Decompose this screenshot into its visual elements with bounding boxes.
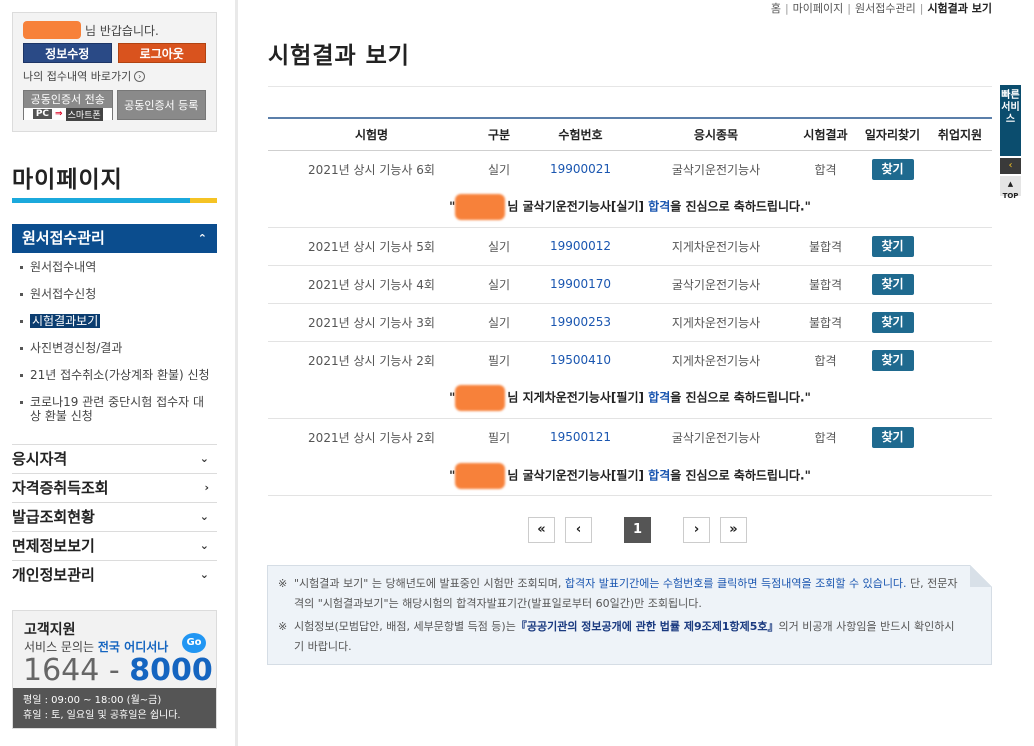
first-page-button[interactable]: « xyxy=(528,517,555,543)
table-row: 2021년 상시 기능사 4회 실기 19900170 굴삭기운전기능사 불합격… xyxy=(268,265,992,303)
table-row: 2021년 상시 기능사 2회 필기 19500121 굴삭기운전기능사 합격 … xyxy=(268,418,992,456)
breadcrumb: 홈 | 마이페이지 | 원서접수관리 | 시험결과 보기 xyxy=(770,2,992,15)
divider xyxy=(268,86,992,87)
exam-number-link[interactable]: 19500410 xyxy=(550,353,611,367)
my-applications-link[interactable]: 나의 접수내역 바로가기 › xyxy=(23,68,206,84)
find-job-button[interactable]: 찾기 xyxy=(871,158,914,180)
breadcrumb-mypage[interactable]: 마이페이지 xyxy=(793,2,844,15)
chevron-up-icon: ⌃ xyxy=(197,232,207,245)
notice-box: ※ "시험결과 보기" 는 당해년도에 발표중인 시험만 조회되며, 합격자 발… xyxy=(267,565,992,665)
exam-results-table: 시험명 구분 수험번호 응시종목 시험결과 일자리찾기 취업지원 2021년 상… xyxy=(268,117,992,495)
menu-issuance-status[interactable]: 발급조회현황 ⌄ xyxy=(12,502,217,531)
notice-item: ※ 시험정보(모범답안, 배점, 세부문항별 득점 등)는『공공기관의 정보공개… xyxy=(278,620,955,653)
user-box: 님 반갑습니다. 정보수정 로그아웃 나의 접수내역 바로가기 › 공동인증서 … xyxy=(12,12,217,132)
transfer-arrow-icon: ⇒ xyxy=(55,109,63,119)
find-job-button[interactable]: 찾기 xyxy=(871,311,914,333)
caret-up-icon: ▲ xyxy=(1007,180,1014,188)
submenu-item-covid-refund[interactable]: 코로나19 관련 중단시험 접수자 대상 환불 신청 xyxy=(20,395,215,423)
breadcrumb-applications[interactable]: 원서접수관리 xyxy=(855,2,916,15)
chevron-down-icon: ⌄ xyxy=(199,539,209,552)
table-row: 2021년 상시 기능사 6회 실기 19900021 굴삭기운전기능사 합격 … xyxy=(268,150,992,188)
chevron-down-icon: ⌄ xyxy=(199,568,209,581)
congrats-message: " 님 굴삭기운전기능사[필기] 합격을 진심으로 축하드립니다." xyxy=(268,456,992,495)
sidebar-title: 마이페이지 xyxy=(12,167,123,193)
quick-service-tab[interactable]: 빠른서비스 xyxy=(1000,85,1021,156)
divider xyxy=(268,495,992,496)
exam-number-link[interactable]: 19900253 xyxy=(550,315,611,329)
congrats-message: " 님 지게차운전기능사[필기] 합격을 진심으로 축하드립니다." xyxy=(268,379,992,418)
chevron-down-icon: ⌄ xyxy=(199,510,209,523)
find-job-button[interactable]: 찾기 xyxy=(871,426,914,448)
edit-info-button[interactable]: 정보수정 xyxy=(23,43,112,63)
redacted-name xyxy=(455,385,506,412)
main-menu: 응시자격 ⌄ 자격증취득조회 › 발급조회현황 ⌄ 면제정보보기 ⌄ 개인정보관리 ⌄ xyxy=(12,444,217,589)
last-page-button[interactable]: » xyxy=(720,517,747,543)
table-row: 2021년 상시 기능사 5회 실기 19900012 지게차운전기능사 불합격… xyxy=(268,227,992,265)
chevron-right-icon: › xyxy=(204,481,209,494)
table-row: 2021년 상시 기능사 3회 실기 19900253 지게차운전기능사 불합격… xyxy=(268,303,992,341)
page-fold-icon xyxy=(970,565,992,587)
pagination: « ‹ 1 › » xyxy=(528,517,747,543)
chevron-right-icon: › xyxy=(134,70,146,82)
submenu-item-photo-change[interactable]: 사진변경신청/결과 xyxy=(20,341,215,355)
cert-transfer-button[interactable]: 공동인증서 전송 PC ⇒ 스마트폰 xyxy=(23,90,113,121)
find-job-button[interactable]: 찾기 xyxy=(871,273,914,295)
submenu: 원서접수내역 원서접수신청 시험결과보기 사진변경신청/결과 21년 접수취소(… xyxy=(20,260,215,436)
menu-eligibility[interactable]: 응시자격 ⌄ xyxy=(12,444,217,473)
find-job-button[interactable]: 찾기 xyxy=(871,235,914,257)
menu-application-management[interactable]: 원서접수관리 ⌃ xyxy=(12,224,217,253)
breadcrumb-home[interactable]: 홈 xyxy=(771,2,781,15)
menu-personal-info[interactable]: 개인정보관리 ⌄ xyxy=(12,560,217,589)
congrats-message: " 님 굴삭기운전기능사[실기] 합격을 진심으로 축하드립니다." xyxy=(268,188,992,227)
redacted-name xyxy=(23,21,81,39)
page-title: 시험결과 보기 xyxy=(268,43,410,69)
logout-button[interactable]: 로그아웃 xyxy=(117,43,206,63)
cert-register-button[interactable]: 공동인증서 등록 xyxy=(116,90,206,120)
submenu-item-apply[interactable]: 원서접수신청 xyxy=(20,287,215,301)
submenu-item-exam-results[interactable]: 시험결과보기 xyxy=(20,314,215,328)
go-speech-icon[interactable]: Go xyxy=(182,633,206,653)
chevron-down-icon: ⌄ xyxy=(199,452,209,465)
exam-number-link[interactable]: 19500121 xyxy=(550,430,611,444)
next-page-button[interactable]: › xyxy=(683,517,710,543)
breadcrumb-current: 시험결과 보기 xyxy=(927,2,992,15)
notice-item: ※ "시험결과 보기" 는 당해년도에 발표중인 시험만 조회되며, 합격자 발… xyxy=(278,577,958,610)
chevron-left-icon[interactable]: ‹ xyxy=(1000,158,1021,174)
support-hours: 평일 : 09:00 ~ 18:00 (월~금) 휴일 : 토, 일요일 및 공… xyxy=(13,688,216,728)
submenu-item-cancel-refund[interactable]: 21년 접수취소(가상계좌 환불) 신청 xyxy=(20,368,215,382)
page-1-button[interactable]: 1 xyxy=(624,517,651,543)
table-row: 2021년 상시 기능사 2회 필기 19500410 지게차운전기능사 합격 … xyxy=(268,341,992,379)
find-job-button[interactable]: 찾기 xyxy=(871,349,914,371)
exam-number-link[interactable]: 19900012 xyxy=(550,239,611,253)
menu-exemption-info[interactable]: 면제정보보기 ⌄ xyxy=(12,531,217,560)
submenu-item-application-history[interactable]: 원서접수내역 xyxy=(20,260,215,274)
title-underline xyxy=(12,198,217,203)
table-header: 시험명 구분 수험번호 응시종목 시험결과 일자리찾기 취업지원 xyxy=(268,118,992,150)
exam-number-link[interactable]: 19900170 xyxy=(550,277,611,291)
support-phone: 1644 - 8000 xyxy=(23,653,213,688)
redacted-name xyxy=(455,462,506,489)
scroll-top-button[interactable]: ▲ TOP xyxy=(1000,176,1021,200)
menu-certificate-lookup[interactable]: 자격증취득조회 › xyxy=(12,473,217,502)
redacted-name xyxy=(455,194,506,221)
customer-support-box: 고객지원 서비스 문의는 전국 어디서나 Go 1644 - 8000 평일 :… xyxy=(12,610,217,729)
prev-page-button[interactable]: ‹ xyxy=(565,517,592,543)
sidebar: 님 반갑습니다. 정보수정 로그아웃 나의 접수내역 바로가기 › 공동인증서 … xyxy=(0,0,238,746)
exam-number-link[interactable]: 19900021 xyxy=(550,162,611,176)
welcome-message: 님 반갑습니다. xyxy=(23,21,206,39)
